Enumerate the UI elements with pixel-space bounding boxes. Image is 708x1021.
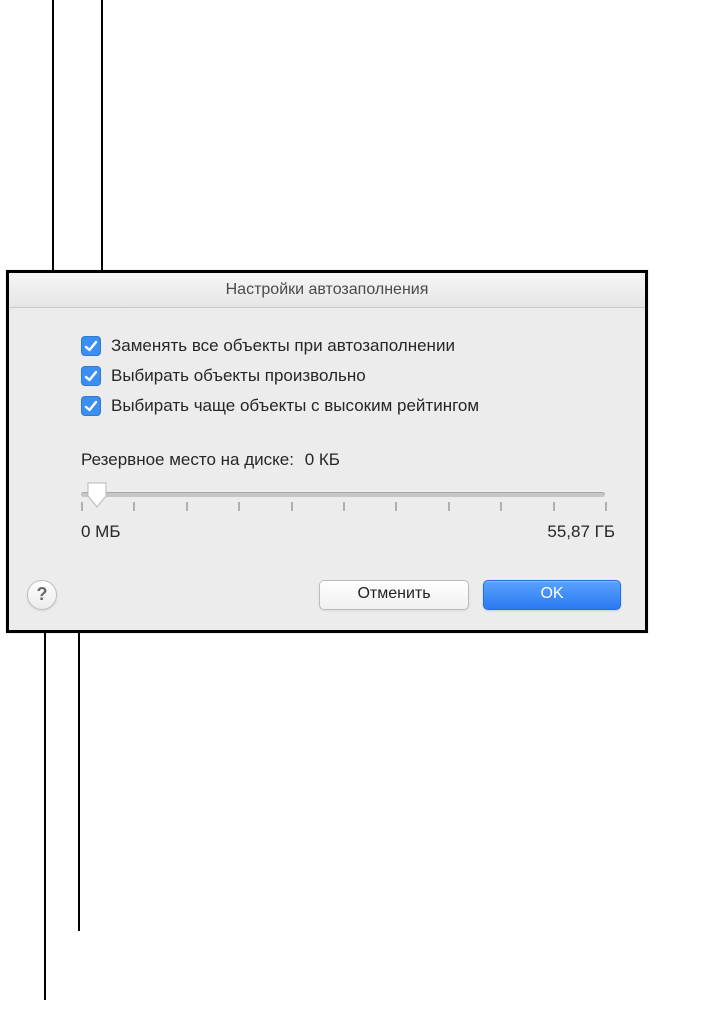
slider-tick <box>448 502 450 511</box>
slider-tick <box>395 502 397 511</box>
check-icon[interactable] <box>81 396 101 416</box>
checkbox-label: Заменять все объекты при автозаполнении <box>111 336 455 356</box>
checkbox-prefer-high-rating[interactable]: Выбирать чаще объекты с высоким рейтинго… <box>81 396 615 416</box>
check-icon[interactable] <box>81 336 101 356</box>
dialog-window: Настройки автозаполнения Заменять все об… <box>6 270 648 633</box>
dialog-body: Заменять все объекты при автозаполнении … <box>9 308 645 560</box>
slider-min-label: 0 МБ <box>81 522 121 542</box>
check-icon[interactable] <box>81 366 101 386</box>
cancel-button[interactable]: Отменить <box>319 580 469 610</box>
slider-tick <box>291 502 293 511</box>
window-title: Настройки автозаполнения <box>9 273 645 308</box>
checkbox-label: Выбирать объекты произвольно <box>111 366 366 386</box>
slider-tick <box>500 502 502 511</box>
reserve-space-value: 0 КБ <box>305 450 340 469</box>
checkbox-random-select[interactable]: Выбирать объекты произвольно <box>81 366 615 386</box>
slider-max-label: 55,87 ГБ <box>547 522 615 542</box>
slider-tick <box>605 502 607 511</box>
slider-thumb-icon[interactable] <box>87 482 107 508</box>
reserve-space-section: Резервное место на диске: 0 КБ 0 МБ 55,8… <box>81 450 615 542</box>
dialog-footer: ? Отменить OK <box>9 560 645 630</box>
help-button[interactable]: ? <box>27 580 57 610</box>
slider-tick <box>343 502 345 511</box>
slider-tick <box>186 502 188 511</box>
slider-tick <box>133 502 135 511</box>
checkbox-label: Выбирать чаще объекты с высоким рейтинго… <box>111 396 479 416</box>
reserve-space-slider[interactable] <box>81 484 605 516</box>
slider-track <box>81 492 605 497</box>
ok-button[interactable]: OK <box>483 580 621 610</box>
reserve-space-label: Резервное место на диске: <box>81 450 294 469</box>
checkbox-replace-all[interactable]: Заменять все объекты при автозаполнении <box>81 336 615 356</box>
slider-tick <box>81 502 83 511</box>
slider-tick <box>238 502 240 511</box>
slider-tick <box>553 502 555 511</box>
